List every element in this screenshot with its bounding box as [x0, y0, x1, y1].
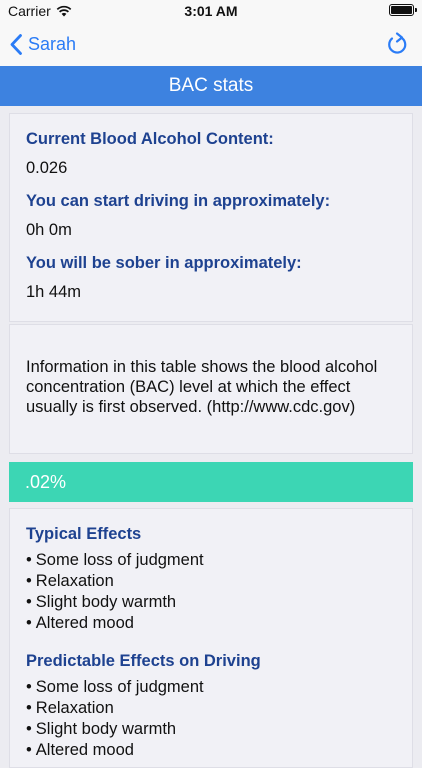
list-item: Relaxation	[26, 571, 396, 592]
effects-card: Typical Effects Some loss of judgment Re…	[9, 508, 413, 768]
stat-label: You will be sober in approximately:	[26, 254, 302, 272]
driving-effects-heading: Predictable Effects on Driving	[26, 652, 261, 670]
list-item: Slight body warmth	[26, 592, 396, 613]
stat-label: You can start driving in approximately:	[26, 192, 331, 210]
back-button[interactable]: Sarah	[10, 30, 76, 58]
chevron-left-icon	[10, 33, 22, 55]
info-card: Information in this table shows the bloo…	[9, 324, 413, 454]
page-title: BAC stats	[0, 66, 422, 106]
refresh-button[interactable]	[386, 30, 412, 58]
stat-value: 0h 0m	[26, 221, 72, 239]
list-item: Some loss of judgment	[26, 677, 396, 698]
list-item: Slight body warmth	[26, 719, 396, 740]
stat-value: 1h 44m	[26, 283, 82, 301]
status-time: 3:01 AM	[184, 3, 238, 19]
list-item: Relaxation	[26, 698, 396, 719]
refresh-icon	[388, 32, 407, 54]
stat-label: Current Blood Alcohol Content:	[26, 130, 274, 148]
bac-level-header: .02%	[9, 462, 413, 502]
typical-effects-heading: Typical Effects	[26, 525, 142, 543]
list-item: Altered mood	[26, 740, 396, 761]
navigation-bar: Sarah	[0, 22, 422, 66]
info-text: Information in this table shows the bloo…	[26, 358, 378, 416]
status-bar: Carrier 3:01 AM	[0, 0, 422, 22]
list-item: Some loss of judgment	[26, 550, 396, 571]
stat-value: 0.026	[26, 159, 68, 177]
list-item: Altered mood	[26, 613, 396, 634]
bac-stats-card: Current Blood Alcohol Content: 0.026 You…	[9, 113, 413, 322]
back-button-label: Sarah	[28, 33, 77, 54]
battery-icon	[389, 4, 417, 16]
stat-sober-time: You will be sober in approximately: 1h 4…	[26, 254, 396, 302]
stat-driving-time: You can start driving in approximately: …	[26, 192, 396, 240]
driving-effects-list: Some loss of judgment Relaxation Slight …	[26, 677, 396, 761]
stat-current-bac: Current Blood Alcohol Content: 0.026	[26, 130, 396, 178]
typical-effects-list: Some loss of judgment Relaxation Slight …	[26, 550, 396, 634]
